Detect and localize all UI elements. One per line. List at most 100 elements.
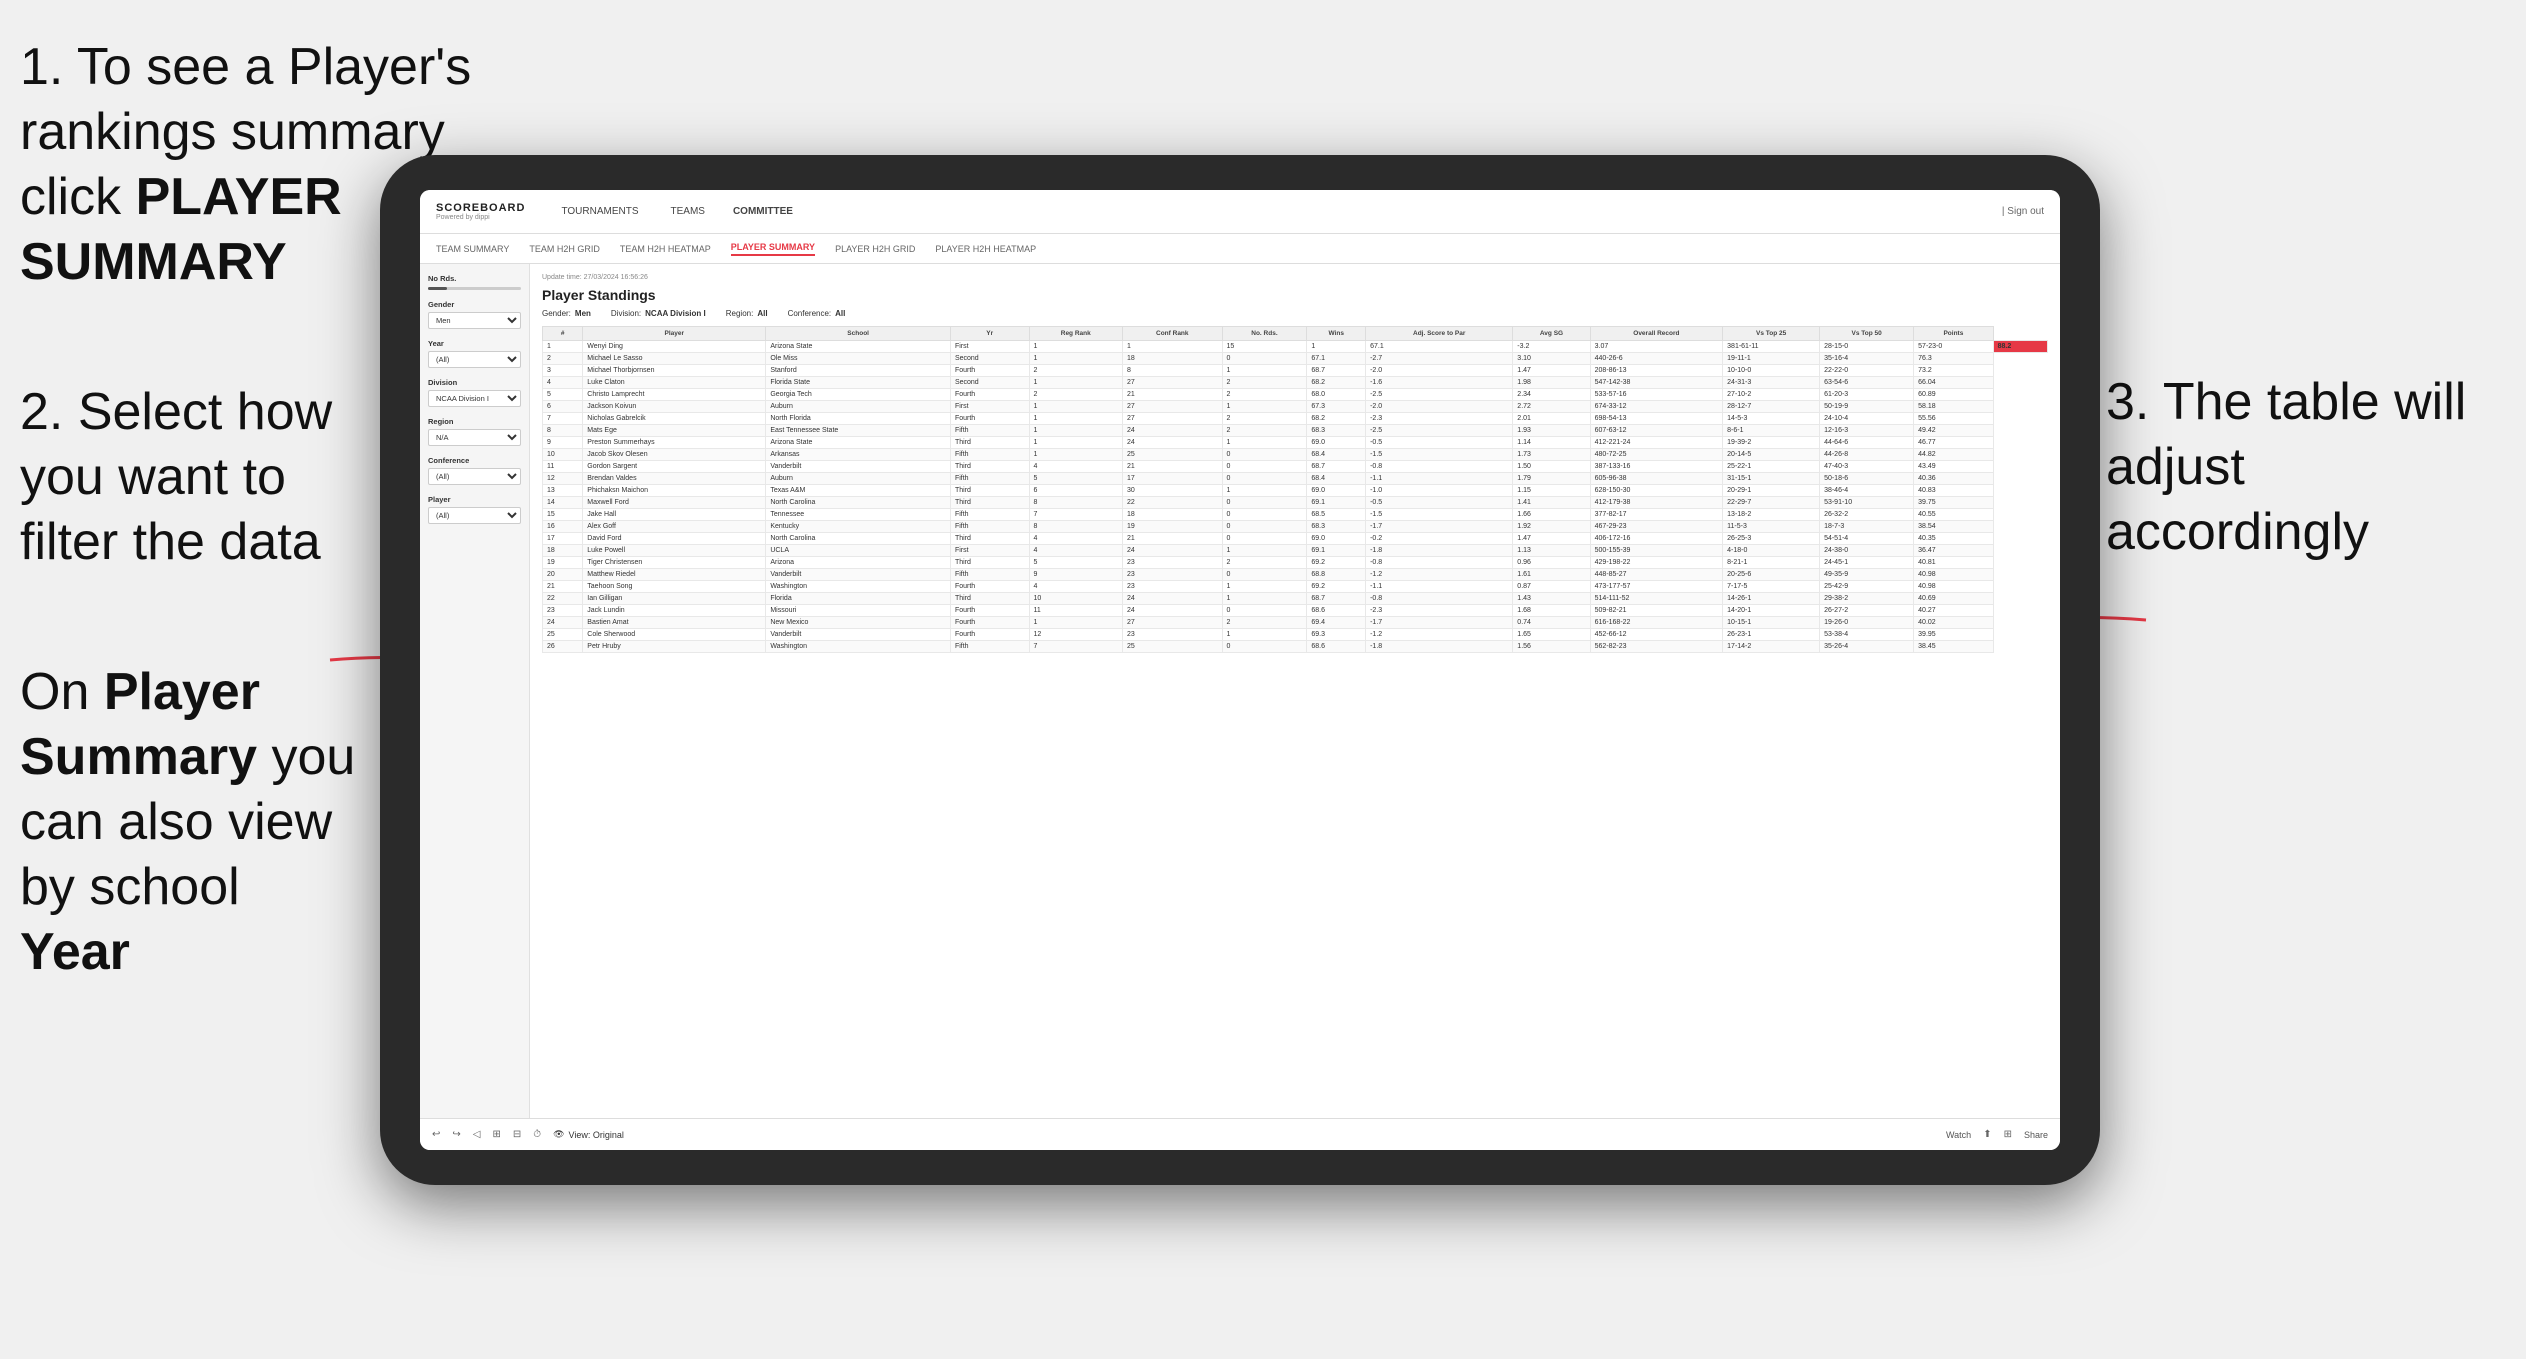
- table-cell: Jack Lundin: [583, 605, 766, 617]
- table-cell: 1: [1029, 341, 1123, 353]
- table-cell: 7: [1029, 641, 1123, 653]
- export-icon[interactable]: ⬆: [1983, 1129, 1991, 1140]
- division-section: Division NCAA Division I: [428, 378, 521, 407]
- no-rds-slider[interactable]: [428, 287, 521, 290]
- table-cell: 21: [1123, 533, 1223, 545]
- grid-icon[interactable]: ⊞: [2004, 1129, 2012, 1140]
- division-label: Division: [428, 378, 521, 387]
- table-cell: 24: [1123, 425, 1223, 437]
- table-cell: 20-29-1: [1723, 485, 1820, 497]
- table-cell: 1: [1222, 437, 1307, 449]
- sub-nav-player-h2h-grid[interactable]: PLAYER H2H GRID: [835, 244, 915, 254]
- table-cell: Texas A&M: [766, 485, 951, 497]
- table-cell: 412-221-24: [1590, 437, 1723, 449]
- sub-nav-player-h2h-heatmap[interactable]: PLAYER H2H HEATMAP: [935, 244, 1036, 254]
- table-cell: 0: [1222, 449, 1307, 461]
- table-cell: 452-66-12: [1590, 629, 1723, 641]
- redo-icon[interactable]: ↪: [452, 1129, 460, 1140]
- sub-nav-team-summary[interactable]: TEAM SUMMARY: [436, 244, 509, 254]
- table-row: 24Bastien AmatNew MexicoFourth127269.4-1…: [543, 617, 2048, 629]
- gender-select[interactable]: Men: [428, 312, 521, 329]
- table-cell: Kentucky: [766, 521, 951, 533]
- table-cell: 0: [1222, 569, 1307, 581]
- toolbar-right: Watch ⬆ ⊞ Share: [1946, 1129, 2048, 1140]
- table-cell: 27-10-2: [1723, 389, 1820, 401]
- table-row: 5Christo LamprechtGeorgia TechFourth2212…: [543, 389, 2048, 401]
- table-cell: 68.3: [1307, 521, 1366, 533]
- instruction-step3: 3. The table will adjust accordingly: [2106, 370, 2486, 565]
- table-cell: 1: [1029, 617, 1123, 629]
- table-cell: -0.8: [1366, 593, 1513, 605]
- table-cell: 1.61: [1513, 569, 1590, 581]
- table-cell: 68.4: [1307, 449, 1366, 461]
- nav-committee[interactable]: COMMITTEE: [733, 206, 793, 217]
- table-cell: Tennessee: [766, 509, 951, 521]
- region-select[interactable]: N/A: [428, 429, 521, 446]
- watch-btn[interactable]: Watch: [1946, 1130, 1971, 1140]
- table-cell: Taehoon Song: [583, 581, 766, 593]
- table-cell: 24: [1123, 437, 1223, 449]
- table-cell: -0.5: [1366, 437, 1513, 449]
- table-cell: 19-11-1: [1723, 353, 1820, 365]
- table-cell: 8-21-1: [1723, 557, 1820, 569]
- table-cell: 40.81: [1914, 557, 1993, 569]
- table-cell: 38-46-4: [1820, 485, 1914, 497]
- table-cell: 1: [1222, 581, 1307, 593]
- table-cell: 14-5-3: [1723, 413, 1820, 425]
- table-cell: -1.8: [1366, 641, 1513, 653]
- division-select[interactable]: NCAA Division I: [428, 390, 521, 407]
- table-cell: 1: [1029, 437, 1123, 449]
- table-cell: 23: [543, 605, 583, 617]
- nav-tournaments[interactable]: TOURNAMENTS: [557, 204, 642, 219]
- table-cell: Maxwell Ford: [583, 497, 766, 509]
- back-icon[interactable]: ◁: [473, 1129, 481, 1140]
- table-cell: 54-51-4: [1820, 533, 1914, 545]
- table-cell: 1.56: [1513, 641, 1590, 653]
- col-school: School: [766, 327, 951, 341]
- conference-select[interactable]: (All): [428, 468, 521, 485]
- table-row: 21Taehoon SongWashingtonFourth423169.2-1…: [543, 581, 2048, 593]
- sub-nav-team-h2h-heatmap[interactable]: TEAM H2H HEATMAP: [620, 244, 711, 254]
- table-cell: Auburn: [766, 473, 951, 485]
- table-cell: Mats Ege: [583, 425, 766, 437]
- sub-nav-player-summary[interactable]: PLAYER SUMMARY: [731, 242, 815, 256]
- nav-teams[interactable]: TEAMS: [667, 204, 709, 219]
- table-cell: First: [950, 545, 1029, 557]
- table-cell: -0.5: [1366, 497, 1513, 509]
- filter-division: Division: NCAA Division I: [611, 309, 706, 318]
- undo-icon[interactable]: ↩: [432, 1129, 440, 1140]
- sign-out-link[interactable]: Sign out: [2007, 206, 2044, 217]
- table-row: 2Michael Le SassoOle MissSecond118067.1-…: [543, 353, 2048, 365]
- table-cell: Tiger Christensen: [583, 557, 766, 569]
- sub-nav-team-h2h-grid[interactable]: TEAM H2H GRID: [529, 244, 600, 254]
- copy-icon[interactable]: ⊞: [492, 1129, 500, 1140]
- paste-icon[interactable]: ⊟: [513, 1129, 521, 1140]
- table-cell: Third: [950, 437, 1029, 449]
- toolbar-view[interactable]: 👁 View: Original: [553, 1129, 624, 1140]
- table-cell: 2.01: [1513, 413, 1590, 425]
- player-section: Player (All): [428, 495, 521, 524]
- table-cell: 440-26-6: [1590, 353, 1723, 365]
- clock-icon[interactable]: ⏱: [533, 1129, 541, 1140]
- table-cell: Third: [950, 533, 1029, 545]
- table-cell: 412-179-38: [1590, 497, 1723, 509]
- table-cell: Matthew Riedel: [583, 569, 766, 581]
- table-cell: 69.0: [1307, 533, 1366, 545]
- table-cell: 69.0: [1307, 485, 1366, 497]
- table-cell: 38.45: [1914, 641, 1993, 653]
- table-cell: 1: [1029, 449, 1123, 461]
- player-select[interactable]: (All): [428, 507, 521, 524]
- table-cell: Fifth: [950, 449, 1029, 461]
- table-cell: 26-25-3: [1723, 533, 1820, 545]
- table-cell: Second: [950, 377, 1029, 389]
- table-cell: 6: [543, 401, 583, 413]
- table-cell: Fourth: [950, 605, 1029, 617]
- table-cell: 63-54-6: [1820, 377, 1914, 389]
- table-cell: 381-61-11: [1723, 341, 1820, 353]
- year-select[interactable]: (All): [428, 351, 521, 368]
- table-cell: 88.2: [1993, 341, 2047, 353]
- table-cell: Vanderbilt: [766, 461, 951, 473]
- table-cell: 3.07: [1590, 341, 1723, 353]
- share-btn[interactable]: Share: [2024, 1130, 2048, 1140]
- table-cell: 562-82-23: [1590, 641, 1723, 653]
